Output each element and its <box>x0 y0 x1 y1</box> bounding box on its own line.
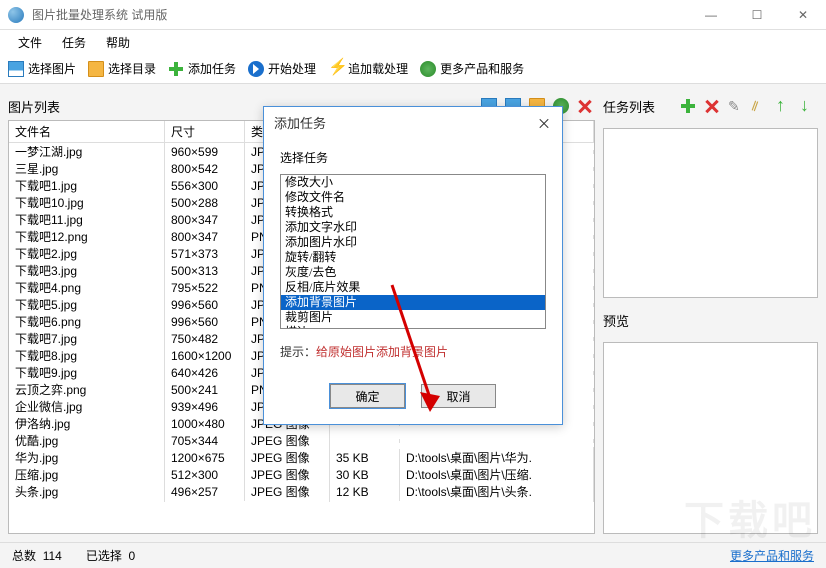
arrow-up-icon <box>776 98 792 114</box>
arrow-down-icon <box>800 98 816 114</box>
select-dir-button[interactable]: 选择目录 <box>88 60 156 77</box>
task-option[interactable]: 修改大小 <box>281 175 545 190</box>
menu-bar: 文件 任务 帮助 <box>0 30 826 54</box>
status-selected: 已选择 0 <box>86 547 135 564</box>
menu-help[interactable]: 帮助 <box>96 30 140 54</box>
task-option[interactable]: 灰度/去色 <box>281 265 545 280</box>
task-add-button[interactable] <box>678 96 698 116</box>
column-name[interactable]: 文件名 <box>9 121 165 142</box>
dialog-close-button[interactable] <box>532 111 556 135</box>
dialog-title: 添加任务 <box>264 107 562 137</box>
x-icon <box>577 98 593 114</box>
dialog-hint: 提示：给原始图片添加背景图片 <box>280 343 546 360</box>
table-row[interactable]: 头条.jpg496×257JPEG 图像12 KBD:\tools\桌面\图片\… <box>9 483 594 500</box>
maximize-button[interactable]: ☐ <box>734 0 780 30</box>
task-option[interactable]: 添加图片水印 <box>281 235 545 250</box>
task-edit-button[interactable] <box>726 96 746 116</box>
more-label: 更多产品和服务 <box>440 60 524 77</box>
task-option[interactable]: 旋转/翻转 <box>281 250 545 265</box>
task-option[interactable]: 反相/底片效果 <box>281 280 545 295</box>
title-bar: 图片批量处理系统 试用版 — ☐ ✕ <box>0 0 826 30</box>
globe-icon <box>420 61 436 77</box>
add-task-label: 添加任务 <box>188 60 236 77</box>
column-size[interactable]: 尺寸 <box>165 121 245 142</box>
task-option[interactable]: 添加文字水印 <box>281 220 545 235</box>
wand-icon <box>728 98 744 114</box>
menu-task[interactable]: 任务 <box>52 30 96 54</box>
task-option[interactable]: 描边 <box>281 325 545 329</box>
task-option-list[interactable]: 修改大小修改文件名转换格式添加文字水印添加图片水印旋转/翻转灰度/去色反相/底片… <box>280 174 546 329</box>
append-label: 追加载处理 <box>348 60 408 77</box>
task-remove-button[interactable] <box>702 96 722 116</box>
bolt-icon <box>328 61 344 77</box>
start-label: 开始处理 <box>268 60 316 77</box>
plus-icon <box>168 61 184 77</box>
append-button[interactable]: 追加载处理 <box>328 60 408 77</box>
image-icon <box>8 61 24 77</box>
task-option[interactable]: 添加背景图片 <box>281 295 545 310</box>
bottom-link[interactable]: 更多产品和服务 <box>730 547 814 564</box>
close-button[interactable]: ✕ <box>780 0 826 30</box>
cancel-button[interactable]: 取消 <box>421 384 496 408</box>
select-image-label: 选择图片 <box>28 60 76 77</box>
thumb-preview-5[interactable] <box>575 96 595 116</box>
select-dir-label: 选择目录 <box>108 60 156 77</box>
task-list-header: 任务列表 <box>603 92 818 120</box>
task-clear-button[interactable] <box>750 96 770 116</box>
more-button[interactable]: 更多产品和服务 <box>420 60 524 77</box>
add-task-dialog: 添加任务 选择任务 修改大小修改文件名转换格式添加文字水印添加图片水印旋转/翻转… <box>263 106 563 425</box>
task-option[interactable]: 裁剪图片 <box>281 310 545 325</box>
preview-header: 预览 <box>603 306 818 334</box>
task-list-panel[interactable] <box>603 128 818 298</box>
task-up-button[interactable] <box>774 96 794 116</box>
add-task-button[interactable]: 添加任务 <box>168 60 236 77</box>
play-icon <box>248 61 264 77</box>
menu-file[interactable]: 文件 <box>8 30 52 54</box>
select-image-button[interactable]: 选择图片 <box>8 60 76 77</box>
plus-icon <box>680 98 696 114</box>
broom-icon <box>752 98 768 114</box>
dialog-section-label: 选择任务 <box>280 149 546 166</box>
preview-panel <box>603 342 818 534</box>
status-total: 总数 114 <box>12 547 62 564</box>
ok-button[interactable]: 确定 <box>330 384 405 408</box>
preview-title: 预览 <box>603 311 818 330</box>
app-icon <box>8 7 24 23</box>
status-bar: 总数 114 已选择 0 <box>0 542 826 568</box>
task-option[interactable]: 转换格式 <box>281 205 545 220</box>
task-option[interactable]: 修改文件名 <box>281 190 545 205</box>
task-down-button[interactable] <box>798 96 818 116</box>
main-toolbar: 选择图片 选择目录 添加任务 开始处理 追加载处理 更多产品和服务 <box>0 54 826 84</box>
start-button[interactable]: 开始处理 <box>248 60 316 77</box>
folder-icon <box>88 61 104 77</box>
x-icon <box>704 98 720 114</box>
window-title: 图片批量处理系统 试用版 <box>32 6 688 23</box>
minimize-button[interactable]: — <box>688 0 734 30</box>
task-list-title: 任务列表 <box>603 97 678 116</box>
